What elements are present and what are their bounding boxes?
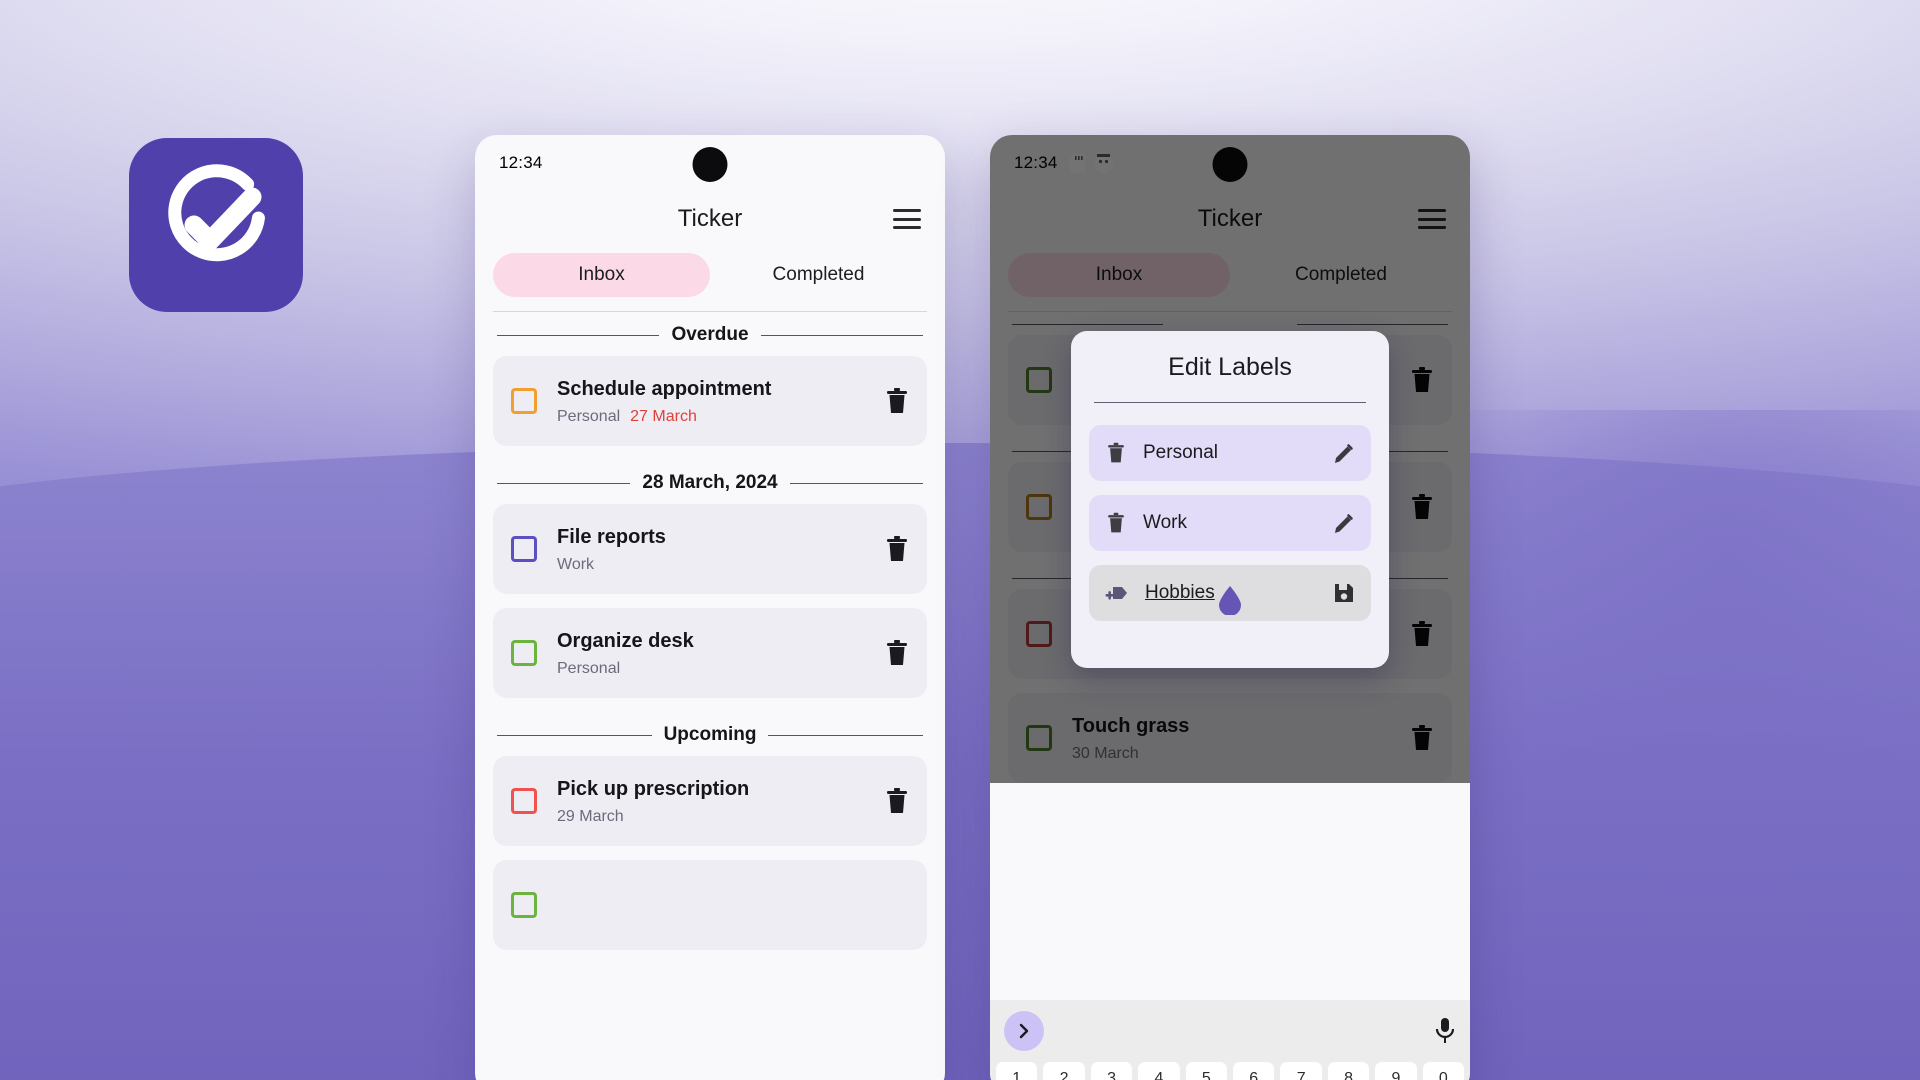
- save-disk-icon[interactable]: [1333, 582, 1355, 604]
- pencil-icon[interactable]: [1333, 512, 1355, 534]
- task-content: File reports Work: [557, 525, 885, 574]
- task-row[interactable]: Organize desk Personal: [493, 608, 927, 698]
- section-heading: Overdue: [671, 324, 749, 345]
- dialog-title-divider: [1094, 402, 1366, 403]
- section-divider: Upcoming: [493, 712, 927, 756]
- task-row[interactable]: Pick up prescription 29 March: [493, 756, 927, 846]
- tab-bar-left: Inbox Completed: [475, 247, 945, 297]
- key-4[interactable]: 4: [1138, 1062, 1180, 1080]
- label-rows-container: Personal Work Hobbies: [1089, 425, 1371, 621]
- hamburger-menu-icon[interactable]: [893, 209, 921, 229]
- divider-line: [760, 334, 923, 336]
- keyboard-suggestion-bar: [990, 1000, 1470, 1062]
- dialog-title: Edit Labels: [1168, 353, 1292, 381]
- circular-check-logo-icon: [168, 164, 265, 262]
- app-logo[interactable]: [129, 138, 303, 312]
- divider-line: [768, 734, 924, 736]
- pencil-icon[interactable]: [1333, 442, 1355, 464]
- key-3[interactable]: 3: [1090, 1062, 1133, 1080]
- task-row[interactable]: Schedule appointment Personal 27 March: [493, 356, 927, 446]
- label-row-work[interactable]: Work: [1089, 495, 1371, 551]
- key-1[interactable]: 1: [996, 1062, 1038, 1080]
- status-clock: 12:34: [499, 153, 543, 172]
- task-content: Organize desk Personal: [557, 629, 885, 678]
- task-checkbox[interactable]: [511, 640, 537, 666]
- section-heading: Upcoming: [663, 724, 757, 745]
- task-label: Work: [557, 555, 595, 573]
- key-0[interactable]: 0: [1422, 1062, 1465, 1080]
- task-checkbox[interactable]: [511, 892, 537, 918]
- label-row-personal[interactable]: Personal: [1089, 425, 1371, 481]
- task-checkbox[interactable]: [511, 788, 537, 814]
- section-divider: Overdue: [493, 312, 927, 356]
- trash-icon[interactable]: [885, 535, 909, 563]
- task-meta: Work: [557, 556, 885, 574]
- label-row-hobbies[interactable]: Hobbies: [1089, 565, 1371, 621]
- chevron-right-glyph: [1019, 1023, 1029, 1039]
- task-list-left[interactable]: Overdue Schedule appointment Personal 27 Ma…: [475, 312, 945, 950]
- app-bar-left: Ticker: [475, 191, 945, 247]
- on-screen-keyboard[interactable]: 1234567890: [990, 1000, 1470, 1080]
- task-checkbox[interactable]: [511, 536, 537, 562]
- section-heading: 28 March, 2024: [642, 472, 778, 493]
- camera-punch-hole: [692, 147, 728, 182]
- task-row[interactable]: File reports Work: [493, 504, 927, 594]
- trash-icon[interactable]: [885, 787, 909, 815]
- task-label: Personal: [557, 407, 621, 425]
- microphone-icon[interactable]: [1434, 1017, 1456, 1045]
- key-6[interactable]: 6: [1233, 1062, 1275, 1080]
- key-5[interactable]: 5: [1185, 1062, 1228, 1080]
- phone-left: 12:34 Ticker Inbox Completed Overdue Sche…: [475, 135, 945, 1080]
- task-title: Schedule appointment: [557, 377, 772, 400]
- key-8[interactable]: 8: [1327, 1062, 1370, 1080]
- label-add-icon[interactable]: [1105, 581, 1129, 605]
- section-divider: 28 March, 2024: [493, 460, 927, 504]
- tab-inbox[interactable]: Inbox: [493, 253, 710, 297]
- task-label: 29 March: [557, 807, 624, 825]
- label-name[interactable]: Personal: [1143, 442, 1333, 464]
- task-title: Organize desk: [557, 629, 694, 652]
- key-9[interactable]: 9: [1375, 1062, 1417, 1080]
- divider-line: [789, 482, 924, 484]
- divider-line: [497, 482, 631, 484]
- edit-labels-dialog[interactable]: Edit Labels Personal Work Hobbies: [1071, 331, 1389, 668]
- divider-line: [497, 734, 652, 736]
- chevron-right-icon[interactable]: [1004, 1011, 1044, 1051]
- task-checkbox[interactable]: [511, 388, 537, 414]
- trash-icon[interactable]: [1105, 442, 1127, 464]
- text-cursor-handle[interactable]: [1217, 585, 1243, 615]
- task-due-date: 27 March: [630, 407, 697, 425]
- task-row-partial[interactable]: [493, 860, 927, 950]
- task-meta: 29 March: [557, 808, 885, 826]
- task-title: File reports: [557, 525, 666, 548]
- trash-icon[interactable]: [1105, 512, 1127, 534]
- task-meta: Personal: [557, 660, 885, 678]
- label-name[interactable]: Work: [1143, 512, 1333, 534]
- task-meta: Personal 27 March: [557, 408, 885, 426]
- task-title: Pick up prescription: [557, 777, 750, 800]
- key-7[interactable]: 7: [1280, 1062, 1322, 1080]
- keyboard-number-row[interactable]: 1234567890: [990, 1062, 1470, 1080]
- page-title: Ticker: [677, 205, 743, 232]
- key-2[interactable]: 2: [1043, 1062, 1085, 1080]
- task-content: Schedule appointment Personal 27 March: [557, 377, 885, 426]
- trash-icon[interactable]: [885, 387, 909, 415]
- tab-completed[interactable]: Completed: [710, 253, 927, 297]
- divider-line: [497, 334, 660, 336]
- trash-icon[interactable]: [885, 639, 909, 667]
- task-content: Pick up prescription 29 March: [557, 777, 885, 826]
- task-label: Personal: [557, 659, 621, 677]
- status-bar-left: 12:34: [475, 135, 945, 191]
